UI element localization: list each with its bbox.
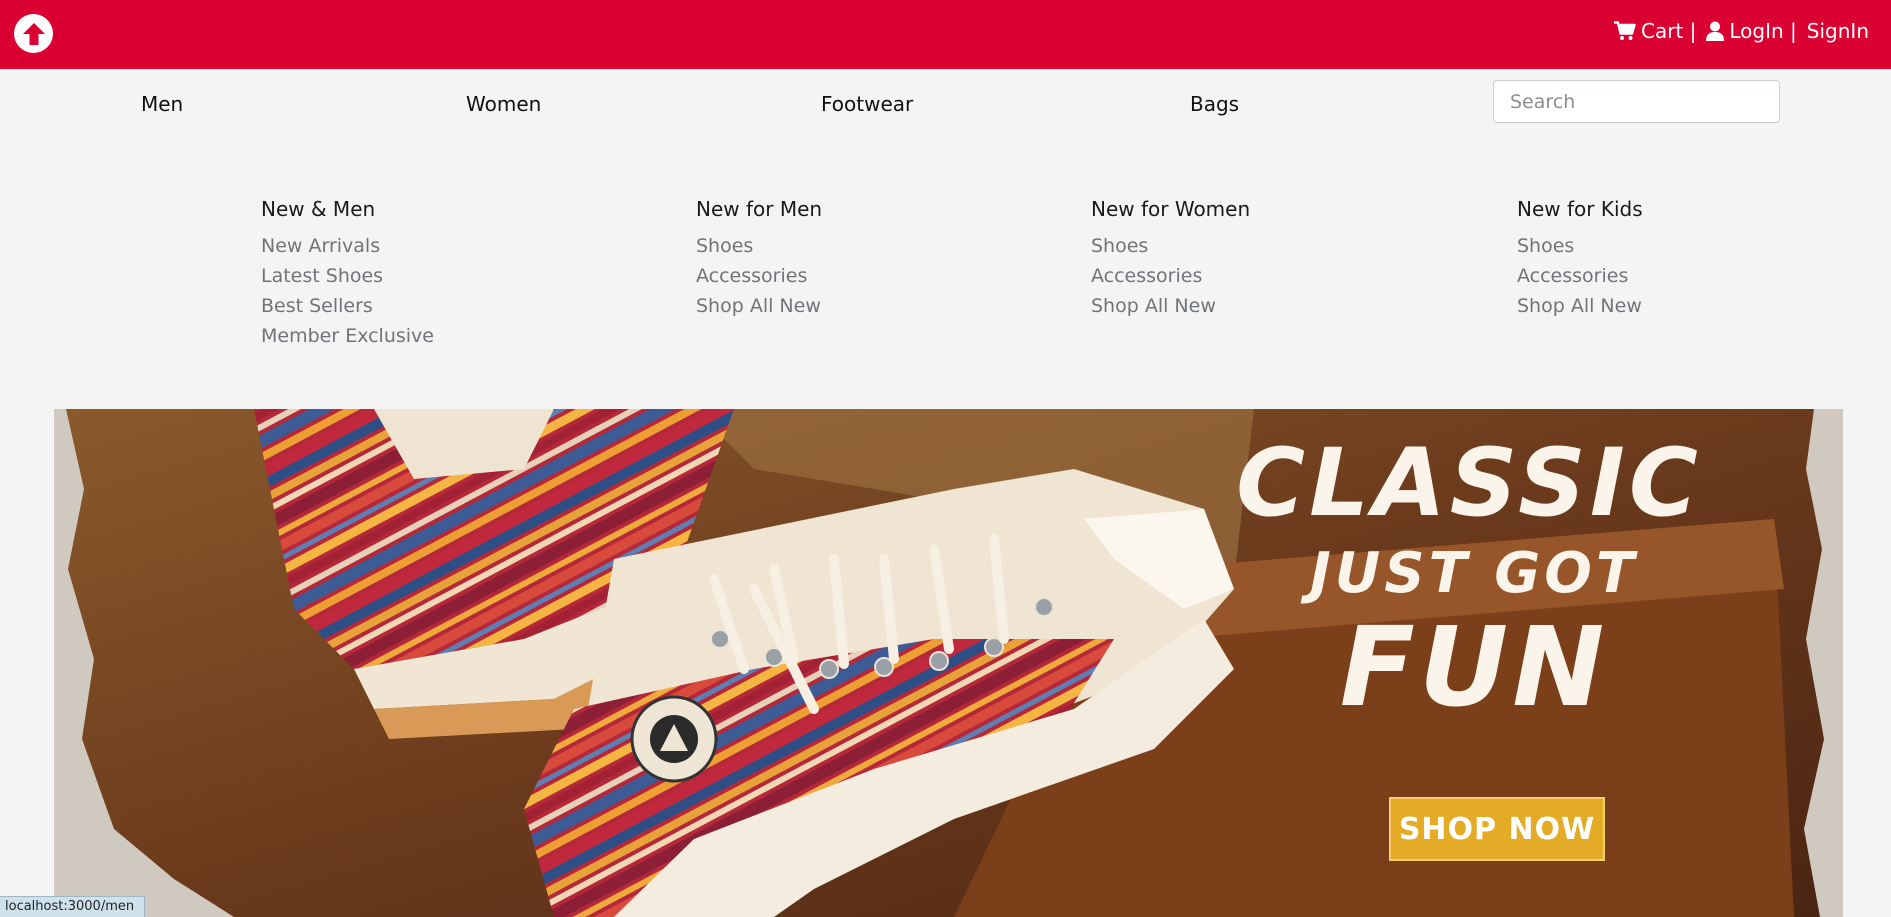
menu-link[interactable]: Best Sellers — [261, 293, 434, 323]
user-icon — [1706, 21, 1725, 41]
menu-link[interactable]: Member Exclusive — [261, 323, 434, 353]
menu-link[interactable]: Accessories — [1517, 263, 1643, 293]
menu-column-new-men: New & Men New Arrivals Latest Shoes Best… — [261, 197, 434, 353]
logo-up-arrow-icon[interactable] — [14, 14, 53, 53]
banner-headline-line2: JUST GOT — [1309, 541, 1639, 606]
menu-column-new-for-men: New for Men Shoes Accessories Shop All N… — [696, 197, 822, 323]
cart-icon — [1614, 21, 1636, 41]
menu-link[interactable]: Shoes — [1517, 233, 1643, 263]
menu-column-title: New & Men — [261, 197, 376, 221]
menu-link[interactable]: Accessories — [1091, 263, 1250, 293]
banner-headline-line3: FUN — [1339, 603, 1609, 731]
menu-link[interactable]: Shop All New — [696, 293, 822, 323]
search-input[interactable] — [1493, 80, 1780, 123]
cart-link[interactable]: Cart | — [1614, 19, 1696, 43]
nav-bags[interactable]: Bags — [1190, 92, 1239, 116]
signin-label: SignIn — [1806, 19, 1869, 43]
nav-men[interactable]: Men — [141, 92, 183, 116]
menu-column-new-for-women: New for Women Shoes Accessories Shop All… — [1091, 197, 1250, 323]
status-bar-url: localhost:3000/men — [0, 896, 145, 917]
signin-link[interactable]: SignIn — [1807, 19, 1869, 43]
menu-link[interactable]: Latest Shoes — [261, 263, 434, 293]
menu-link[interactable]: Shoes — [1091, 233, 1250, 263]
header-actions: Cart | LogIn | SignIn — [1614, 17, 1869, 45]
menu-column-title: New for Kids — [1517, 197, 1643, 221]
cart-label: Cart | — [1641, 19, 1697, 43]
menu-link[interactable]: Shop All New — [1517, 293, 1643, 323]
banner-headline-line1: CLASSIC — [1236, 429, 1702, 538]
menu-column-title: New for Women — [1091, 197, 1251, 221]
login-link[interactable]: LogIn | — [1706, 19, 1797, 43]
menu-column-title: New for Men — [696, 197, 823, 221]
menu-link[interactable]: Shop All New — [1091, 293, 1250, 323]
menu-link[interactable]: Accessories — [696, 263, 822, 293]
menu-link[interactable]: Shoes — [696, 233, 822, 263]
shop-now-button[interactable]: SHOP NOW — [1389, 797, 1605, 861]
nav-footwear[interactable]: Footwear — [821, 92, 913, 116]
login-label: LogIn | — [1729, 19, 1797, 43]
menu-column-new-for-kids: New for Kids Shoes Accessories Shop All … — [1517, 197, 1643, 323]
nav-women[interactable]: Women — [466, 92, 541, 116]
menu-link[interactable]: New Arrivals — [261, 233, 434, 263]
hero-banner[interactable]: CLASSIC JUST GOT FUN SHOP NOW — [54, 409, 1843, 917]
top-bar: Cart | LogIn | SignIn — [0, 0, 1891, 69]
